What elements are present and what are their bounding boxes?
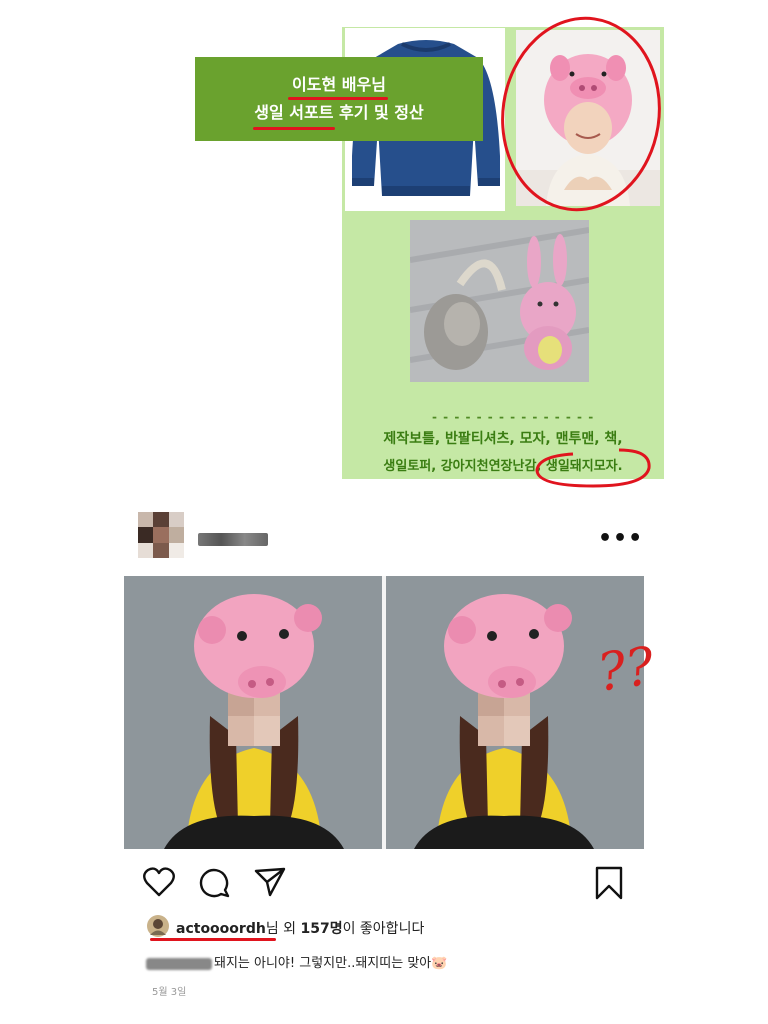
more-horizontal-icon[interactable]: ••• [598, 526, 643, 551]
red-underline-annotation [288, 97, 388, 100]
red-underline-annotation [253, 127, 335, 130]
likes-count[interactable]: 157명 [300, 921, 342, 937]
avatar[interactable] [138, 512, 184, 558]
red-circle-annotation [535, 448, 651, 488]
red-circle-annotation [501, 16, 661, 212]
liker-avatar[interactable] [146, 914, 170, 938]
poster-items-line1: 제작보틀, 반팔티셔츠, 모자, 맨투맨, 책, [383, 431, 623, 447]
post-image[interactable] [124, 576, 644, 849]
comment-icon[interactable] [199, 866, 231, 898]
likes-summary: actoooordh님 외 157명이 좋아합니다 [176, 918, 424, 938]
pig-emoji-icon: 🐷 [431, 956, 448, 971]
comment-row: 돼지는 아니야! 그렇지만..돼지띠는 맞아🐷 [146, 952, 447, 971]
comment-username-redacted[interactable] [146, 957, 212, 970]
heart-icon[interactable] [143, 867, 175, 897]
liker-username[interactable]: actoooordh [176, 921, 266, 937]
poster-title-line2: 생일 서포트 후기 및 정산 [254, 103, 424, 122]
post-date: 5월 3일 [152, 987, 187, 998]
likes-suffix: 이 좋아합니다 [342, 921, 425, 937]
question-marks-annotation: ?? [594, 636, 658, 704]
dog-toys-photo [410, 220, 589, 382]
poster-divider: - - - - - - - - - - - - - - - [432, 410, 595, 424]
bookmark-icon[interactable] [594, 866, 624, 900]
red-underline-annotation [150, 938, 276, 941]
likes-prefix: 님 외 [265, 921, 301, 937]
poster-title-line1: 이도현 배우님 [292, 75, 386, 94]
share-icon[interactable] [254, 867, 286, 897]
username-redacted[interactable] [198, 533, 268, 546]
comment-text: 돼지는 아니야! 그렇지만..돼지띠는 맞아 [214, 956, 432, 971]
